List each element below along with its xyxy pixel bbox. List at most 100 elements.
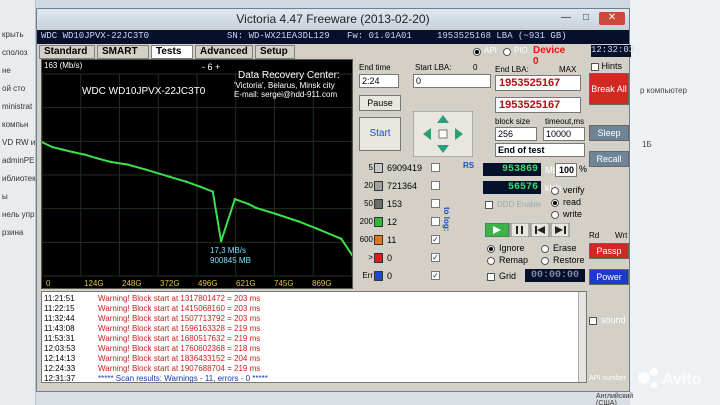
log-row: 12:03:53 Warning! Block start at 17606023… xyxy=(44,344,260,353)
block-ms-label: 200 xyxy=(359,217,373,226)
verify-label: verify xyxy=(563,185,585,195)
desktop-left-line: сполоз xyxy=(2,48,28,57)
minimize-button[interactable]: — xyxy=(557,12,575,25)
break-all-button[interactable]: Break All xyxy=(589,73,629,105)
graph-nav[interactable]: - 6 + xyxy=(202,62,220,72)
ignore-radio[interactable] xyxy=(487,245,495,253)
end-time-field[interactable]: 2:24 xyxy=(359,74,399,88)
drive-firmware: Fw: 01.01A01 xyxy=(347,31,412,41)
speed-point xyxy=(95,157,99,160)
erase-radio[interactable] xyxy=(541,245,549,253)
log-message: Warning! Block start at 1680517632 = 219… xyxy=(98,334,261,343)
log-scrollbar[interactable] xyxy=(578,292,586,382)
desktop-left-panel: крыть сполоз не ой сто ministrat компьн VD RW … xyxy=(0,0,36,405)
speed-point xyxy=(199,185,202,188)
block-log-checkbox[interactable] xyxy=(431,163,440,172)
sound-label: sound xyxy=(601,315,626,325)
test-controls: End time 2:24 Start LBA: 0 0 End LBA: MA… xyxy=(355,59,587,291)
passp-button[interactable]: Passp xyxy=(589,243,629,259)
speed-point xyxy=(109,160,113,164)
max-label[interactable]: MAX xyxy=(559,65,576,74)
remap-label: Remap xyxy=(499,255,529,265)
sound-checkbox[interactable] xyxy=(589,317,597,325)
direction-pad[interactable] xyxy=(412,110,474,158)
log-row: 11:43:08 Warning! Block start at 15961633… xyxy=(44,324,260,333)
graph-center-city: 'Victoria', Belarus, Minsk city xyxy=(234,81,335,90)
block-color-swatch xyxy=(374,181,383,191)
api-radio[interactable] xyxy=(473,48,481,56)
block-log-checkbox[interactable] xyxy=(431,199,440,208)
maximize-button[interactable]: □ xyxy=(577,12,595,25)
timeout-field[interactable]: 10000 xyxy=(543,127,585,141)
block-color-swatch xyxy=(374,199,383,209)
start-button[interactable]: Start xyxy=(359,117,401,151)
side-panel: Break All Sleep Recall Rd Wrt Passp Powe… xyxy=(589,69,629,389)
elapsed-timer: 00:00:00 xyxy=(525,269,585,282)
block-log-checkbox[interactable]: ✓ xyxy=(431,235,440,244)
pause-button[interactable]: Pause xyxy=(359,95,401,111)
log-row: 12:14:13 Warning! Block start at 18364331… xyxy=(44,354,260,363)
verify-radio[interactable] xyxy=(551,187,559,195)
end-lba-field[interactable]: 1953525167 xyxy=(495,75,581,91)
tab-smart[interactable]: SMART xyxy=(97,45,149,59)
speed-point xyxy=(316,227,319,231)
speed-point xyxy=(61,148,64,151)
speed-point xyxy=(275,212,278,216)
erase-label: Erase xyxy=(553,243,577,253)
block-log-checkbox[interactable]: ✓ xyxy=(431,271,440,280)
block-log-checkbox[interactable] xyxy=(431,217,440,226)
speed-point xyxy=(83,153,86,156)
tab-tests[interactable]: Tests xyxy=(151,45,193,59)
log-time: 12:31:37 xyxy=(44,374,76,383)
end-lba-label: End LBA: xyxy=(495,65,529,74)
playback-controls[interactable] xyxy=(484,222,585,238)
block-stat-row: 5 6909419 xyxy=(355,163,445,175)
block-color-swatch xyxy=(374,163,383,173)
block-count: 0 xyxy=(387,253,393,263)
tab-setup[interactable]: Setup xyxy=(255,45,295,59)
log-row: 12:24:33 Warning! Block start at 19076887… xyxy=(44,364,260,373)
speed-point xyxy=(126,163,129,166)
desktop-left-line: ой сто xyxy=(2,84,26,93)
block-count: 12 xyxy=(387,217,398,227)
start-lba-label: Start LBA: xyxy=(415,63,452,72)
log-row: 11:22:15 Warning! Block start at 14150681… xyxy=(44,304,260,313)
close-button[interactable]: ✕ xyxy=(599,12,625,25)
speed-point xyxy=(233,197,237,201)
block-log-checkbox[interactable] xyxy=(431,181,440,190)
write-radio[interactable] xyxy=(551,211,559,219)
speed-point xyxy=(51,145,54,149)
grid-checkbox[interactable] xyxy=(487,273,495,281)
tab-standard[interactable]: Standard xyxy=(39,45,95,59)
tab-advanced[interactable]: Advanced xyxy=(195,45,253,59)
speed-point xyxy=(297,220,300,223)
block-color-swatch xyxy=(374,217,383,227)
sleep-button[interactable]: Sleep xyxy=(589,125,629,141)
read-radio[interactable] xyxy=(551,199,559,207)
end-time-label: End time xyxy=(359,63,391,72)
desktop-left-line: иблиотек xyxy=(2,174,36,183)
recall-button[interactable]: Recall xyxy=(589,151,629,167)
desktop-left-line: ministrat xyxy=(2,102,33,111)
ignore-label: Ignore xyxy=(499,243,525,253)
block-log-checkbox[interactable]: ✓ xyxy=(431,253,440,262)
remap-radio[interactable] xyxy=(487,257,495,265)
desktop-left-line: VD RW и xyxy=(2,138,36,147)
block-count: 153 xyxy=(387,199,403,209)
block-count: 6909419 xyxy=(387,163,423,173)
restore-radio[interactable] xyxy=(541,257,549,265)
rs-button[interactable]: RS xyxy=(463,161,474,170)
block-ms-label: 600 xyxy=(359,235,373,244)
power-button[interactable]: Power xyxy=(589,269,629,285)
block-stat-row: >0 ✓ xyxy=(355,253,445,265)
block-size-field[interactable]: 256 xyxy=(495,127,537,141)
pio-radio[interactable] xyxy=(503,48,511,56)
read-label: read xyxy=(563,197,582,207)
write-label: write xyxy=(563,209,583,219)
end-lba-field-2[interactable]: 1953525167 xyxy=(495,97,581,113)
log-message: Warning! Block start at 1507713792 = 203… xyxy=(98,314,261,323)
start-lba-field[interactable]: 0 xyxy=(413,74,491,88)
test-mode-select[interactable]: End of test xyxy=(495,143,585,157)
ddd-enable-checkbox[interactable] xyxy=(485,201,493,209)
block-stat-row: 200 12 xyxy=(355,217,445,229)
